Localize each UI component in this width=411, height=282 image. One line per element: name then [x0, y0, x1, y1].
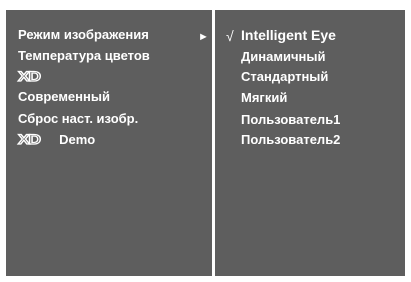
- osd-frame: Режим изображения ► Температура цветов X…: [0, 0, 411, 282]
- submenu-item-intelligent-eye[interactable]: Intelligent Eye: [241, 26, 336, 44]
- submenu-item-dynamic[interactable]: Динамичный: [241, 48, 325, 66]
- submenu-item-label: Мягкий: [241, 90, 288, 105]
- xd-logo-icon: XD: [17, 67, 42, 84]
- submenu-item-label: Стандартный: [241, 69, 329, 84]
- checkmark-icon: √: [226, 28, 234, 44]
- xd-logo-icon: XD: [17, 130, 42, 147]
- menu-item-color-temperature[interactable]: Температура цветов: [18, 47, 150, 65]
- menu-item-label: Режим изображения: [18, 27, 149, 42]
- submenu-item-label: Пользователь1: [241, 112, 341, 127]
- submenu-item-user2[interactable]: Пользователь2: [241, 131, 340, 149]
- menu-item-label: Сброс наст. изобр.: [18, 111, 139, 126]
- submenu-item-label: Пользователь2: [241, 132, 341, 147]
- submenu-arrow-icon: ►: [198, 31, 209, 43]
- menu-item-label: Современный: [18, 89, 110, 104]
- submenu-item-user1[interactable]: Пользователь1: [241, 111, 340, 129]
- menu-item-advanced[interactable]: Современный: [18, 88, 110, 106]
- menu-item-xd[interactable]: XD: [17, 67, 42, 86]
- main-menu-panel: Режим изображения ► Температура цветов X…: [6, 10, 212, 276]
- menu-item-label: Температура цветов: [18, 48, 150, 63]
- submenu-panel: √ Intelligent Eye Динамичный Стандартный…: [215, 10, 405, 276]
- menu-item-label: Demo: [59, 132, 96, 147]
- menu-item-picture-mode[interactable]: Режим изображения: [18, 26, 149, 44]
- submenu-item-label: Динамичный: [241, 49, 326, 64]
- submenu-item-standard[interactable]: Стандартный: [241, 68, 328, 86]
- menu-item-picture-reset[interactable]: Сброс наст. изобр.: [18, 110, 138, 128]
- menu-item-xd-demo[interactable]: XD Demo: [17, 130, 96, 149]
- submenu-item-mild[interactable]: Мягкий: [241, 89, 287, 107]
- submenu-item-label: Intelligent Eye: [241, 27, 336, 43]
